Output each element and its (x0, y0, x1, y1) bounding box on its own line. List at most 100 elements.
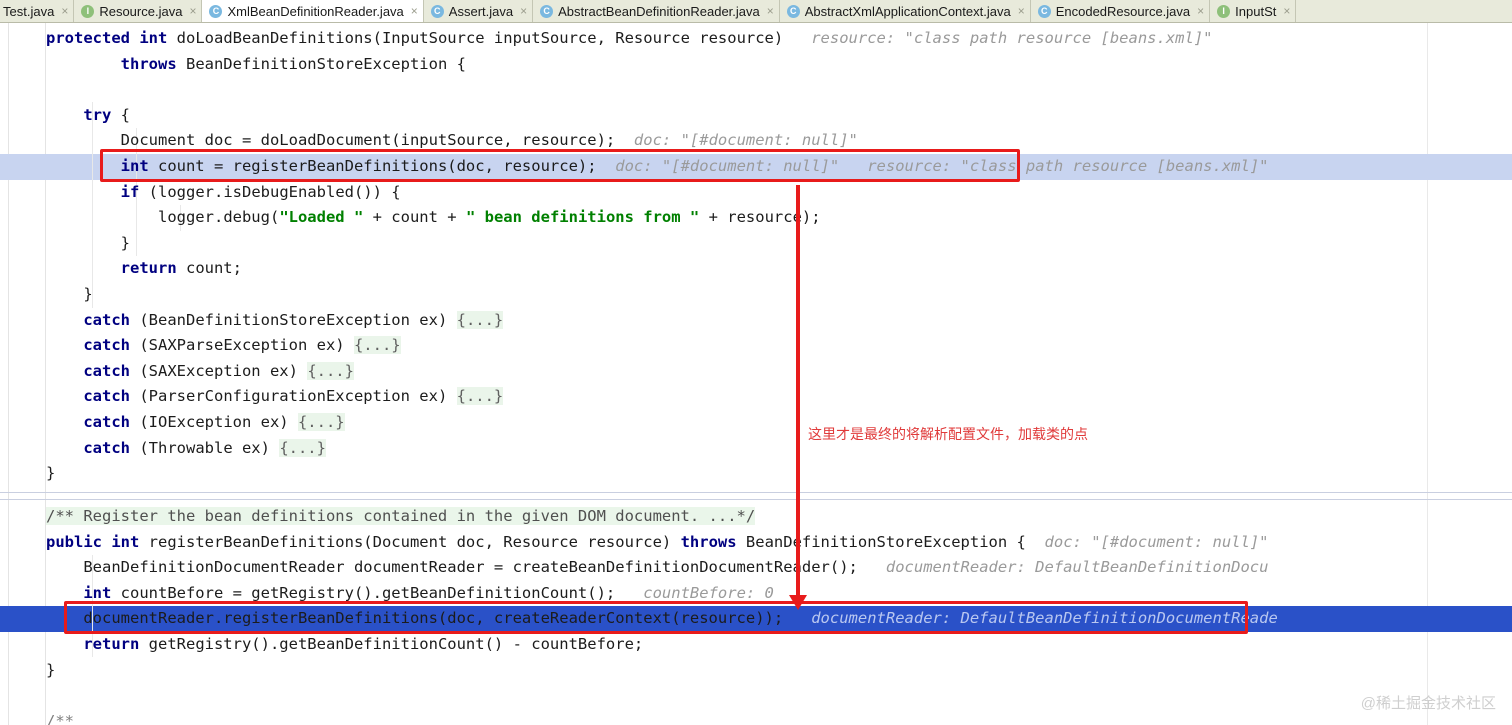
close-icon[interactable]: × (1018, 5, 1025, 17)
close-icon[interactable]: × (411, 5, 418, 17)
code-line[interactable]: documentReader.registerBeanDefinitions(d… (0, 606, 1278, 632)
close-icon[interactable]: × (1197, 5, 1204, 17)
code-line[interactable] (0, 683, 46, 709)
interface-icon: I (81, 4, 95, 18)
code-line[interactable]: Document doc = doLoadDocument(inputSourc… (0, 128, 858, 154)
code-token-plain: count = registerBeanDefinitions(doc, res… (157, 157, 597, 175)
code-token-kw: catch (83, 361, 140, 380)
close-icon[interactable]: × (61, 5, 68, 17)
code-line[interactable]: catch (IOException ex) {...} (0, 410, 345, 436)
class-icon: C (540, 4, 554, 18)
editor-tab-label: Assert.java (448, 3, 514, 19)
class-icon: C (209, 4, 223, 18)
code-line[interactable]: catch (SAXException ex) {...} (0, 359, 354, 385)
code-line[interactable]: /** (0, 709, 74, 725)
code-token-hint: doc: "[#document: null]" (1025, 532, 1269, 551)
code-line[interactable]: logger.debug("Loaded " + count + " bean … (0, 205, 821, 231)
method-separator (0, 492, 1512, 493)
code-token-plain: Document doc = doLoadDocument(inputSourc… (46, 131, 616, 150)
editor-tab-abstractbeandefinitionreader[interactable]: C AbstractBeanDefinitionReader.java × (533, 0, 780, 22)
close-icon[interactable]: × (767, 5, 774, 17)
code-token-kw: catch (83, 310, 140, 329)
code-line[interactable] (0, 77, 46, 103)
editor-tab-encodedresource[interactable]: C EncodedResource.java × (1030, 0, 1211, 22)
code-token-kw: return (120, 259, 186, 278)
editor-tab-inputst[interactable]: I InputSt × (1210, 0, 1297, 22)
code-line[interactable]: catch (SAXParseException ex) {...} (0, 333, 401, 359)
class-icon: C (1037, 4, 1051, 18)
code-token-hint: resource: "class path resource [beans.xm… (783, 29, 1213, 47)
code-line[interactable]: BeanDefinitionDocumentReader documentRea… (0, 555, 1268, 581)
editor-tab-test[interactable]: CTest.java× (0, 0, 75, 22)
code-token-plain: (IOException ex) (139, 413, 298, 431)
watermark: @稀土掘金技术社区 (1360, 695, 1496, 712)
code-token-fold: {...} (279, 438, 326, 457)
code-line[interactable]: protected int doLoadBeanDefinitions(Inpu… (0, 26, 1213, 52)
code-token-jdoc: /** Register the bean definitions contai… (46, 507, 756, 525)
code-token-plain: .isDebugEnabled()) { (214, 182, 401, 201)
code-token-plain: (SAXParseException ex) (139, 336, 354, 355)
close-icon[interactable]: × (520, 5, 527, 17)
code-line[interactable]: return count; (0, 256, 242, 282)
code-token-fold: {...} (297, 413, 345, 431)
code-line[interactable]: int count = registerBeanDefinitions(doc,… (0, 154, 1269, 180)
code-line[interactable]: catch (ParserConfigurationException ex) … (0, 384, 504, 410)
code-token-kw: catch (83, 438, 140, 457)
code-line[interactable]: /** Register the bean definitions contai… (0, 504, 756, 530)
code-token-hint: documentReader: DefaultBeanDefinitionDoc… (783, 609, 1278, 628)
code-line[interactable]: int countBefore = getRegistry().getBeanD… (0, 581, 774, 607)
code-line[interactable]: return getRegistry().getBeanDefinitionCo… (0, 632, 643, 658)
editor-tab-abstractxmlapplicationcontext[interactable]: C AbstractXmlApplicationContext.java × (779, 0, 1031, 22)
code-token-plain: doLoadBeanDefinitions(InputSource inputS… (176, 29, 784, 47)
code-token-hint: resource: "class path resource [beans.xm… (839, 157, 1269, 175)
code-token-str: "Loaded " (279, 208, 364, 227)
code-line[interactable]: } (0, 282, 93, 308)
code-line[interactable]: } (0, 231, 130, 257)
code-token-fold: {...} (456, 310, 504, 329)
code-token-plain: + resource); (699, 208, 821, 227)
editor-tab-label: Test.java (3, 3, 55, 19)
code-line[interactable]: catch (Throwable ex) {...} (0, 436, 326, 462)
code-token-plain: } (46, 464, 56, 483)
code-line[interactable]: catch (BeanDefinitionStoreException ex) … (0, 308, 504, 334)
close-icon[interactable]: × (189, 5, 196, 17)
editor-tab-resource[interactable]: I Resource.java × (74, 0, 203, 22)
code-token-plain: BeanDefinitionStoreException { (745, 532, 1026, 551)
code-line[interactable]: try { (0, 103, 130, 129)
code-token-fold: {...} (307, 361, 354, 380)
code-token-plain: } (46, 233, 130, 252)
editor-tab-assert[interactable]: C Assert.java × (423, 0, 534, 22)
code-token-kw: if (120, 182, 149, 201)
editor-tab-xmlbeandefinitionreader[interactable]: C XmlBeanDefinitionReader.java × (202, 0, 424, 22)
editor-tab-bar: C Test.java × I Resource.java × C XmlBeanDefini… (0, 0, 1512, 23)
code-editor[interactable]: protected int doLoadBeanDefinitions(Inpu… (0, 23, 1512, 725)
code-token-str: " bean definitions from " (465, 208, 700, 227)
class-icon: C (430, 4, 444, 18)
code-token-kw: int (111, 532, 149, 551)
code-token-plain: (Throwable ex) (139, 438, 280, 457)
code-line[interactable]: } (0, 461, 55, 487)
code-line[interactable]: if (logger.isDebugEnabled()) { (0, 180, 401, 206)
code-token-plain: countBefore = getRegistry().getBeanDefin… (120, 583, 616, 602)
annotation-note: 这里才是最终的将解析配置文件，加载类的点 (808, 426, 1088, 442)
code-token-plain: } (46, 285, 93, 303)
code-token-plain: getRegistry().getBeanDefinitionCount() -… (148, 635, 644, 653)
code-line[interactable]: } (0, 658, 55, 684)
code-line[interactable]: throws BeanDefinitionStoreException { (0, 52, 466, 78)
interface-icon: I (1217, 4, 1231, 18)
editor-tab-label: InputSt (1235, 3, 1277, 19)
close-icon[interactable]: × (1283, 5, 1290, 17)
code-token-kw: int (139, 29, 177, 47)
code-token-kw: catch (83, 413, 140, 431)
code-token-plain: + count + (363, 208, 466, 227)
code-line[interactable]: public int registerBeanDefinitions(Docum… (0, 530, 1269, 556)
